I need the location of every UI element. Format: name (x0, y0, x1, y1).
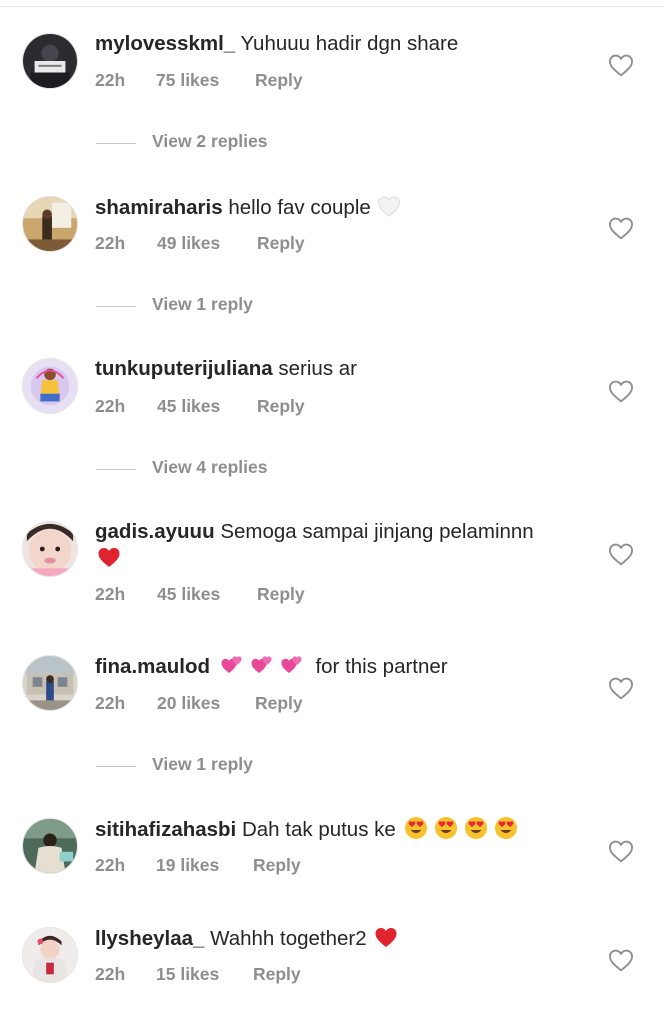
comment-username[interactable]: mylovesskml_ (95, 32, 235, 55)
heart-eyes-emoji (494, 816, 518, 840)
comment-text: tunkuputerijuliana serius ar (95, 356, 565, 382)
comment-text: mylovesskml_ Yuhuuu hadir dgn share (95, 31, 565, 57)
comment-time: 22h (95, 396, 126, 416)
red-heart-emoji (374, 925, 398, 949)
like-button[interactable] (608, 216, 634, 240)
avatar[interactable] (22, 358, 78, 414)
comment-body: for this partner (315, 655, 448, 678)
heart-outline-icon (609, 543, 633, 566)
comment-text: sitihafizahasbi Dah tak putus ke (95, 816, 565, 843)
comment-text: shamiraharis hello fav couple (95, 194, 565, 221)
replies-divider (96, 766, 136, 767)
comment-text: llysheylaa_ Wahhh together2 (95, 925, 565, 952)
like-button[interactable] (608, 676, 634, 700)
revolving-hearts-emoji (280, 653, 304, 677)
comment-time: 22h (95, 855, 126, 875)
avatar[interactable] (22, 33, 78, 89)
replies-divider (96, 469, 136, 470)
revolving-hearts-emoji (220, 653, 244, 677)
comment-time: 22h (95, 693, 126, 713)
comment-text: fina.maulod for this partner (95, 653, 565, 680)
replies-divider (96, 143, 136, 144)
like-button[interactable] (608, 948, 634, 972)
heart-eyes-emoji (404, 816, 428, 840)
likes-count[interactable]: 45 likes (157, 396, 220, 417)
like-button[interactable] (608, 53, 634, 77)
view-replies-label: View 1 reply (152, 294, 253, 314)
comment-body: Wahhh together2 (210, 927, 367, 950)
view-replies-label: View 4 replies (152, 457, 268, 477)
likes-count[interactable]: 45 likes (157, 584, 220, 605)
comment-body: Yuhuuu hadir dgn share (240, 32, 459, 55)
comment-body: hello fav couple (228, 196, 371, 219)
revolving-hearts-emoji (250, 653, 274, 677)
reply-button[interactable]: Reply (253, 964, 301, 985)
comment-body: Semoga sampai jinjang pelaminnn (220, 520, 534, 543)
view-replies-label: View 1 reply (152, 754, 253, 774)
comment-username[interactable]: shamiraharis (95, 196, 223, 219)
reply-button[interactable]: Reply (253, 855, 301, 876)
top-divider (0, 6, 664, 7)
reply-button[interactable]: Reply (257, 584, 305, 605)
comment-body: serius ar (278, 357, 357, 380)
view-replies-label: View 2 replies (152, 131, 268, 151)
comment-time: 22h (95, 584, 126, 604)
avatar[interactable] (22, 927, 78, 983)
likes-count[interactable]: 75 likes (156, 70, 219, 91)
comment-username[interactable]: fina.maulod (95, 655, 210, 678)
comment-username[interactable]: gadis.ayuuu (95, 520, 215, 543)
heart-outline-icon (609, 217, 633, 240)
comment-username[interactable]: sitihafizahasbi (95, 818, 236, 841)
white-heart-emoji (377, 194, 401, 218)
comment-body: Dah tak putus ke (241, 818, 396, 841)
likes-count[interactable]: 20 likes (157, 693, 220, 714)
comment-time: 22h (95, 233, 126, 253)
likes-count[interactable]: 19 likes (156, 855, 219, 876)
like-button[interactable] (608, 839, 634, 863)
replies-divider (96, 306, 136, 307)
comment-text: gadis.ayuuu Semoga sampai jinjang pelami… (95, 519, 565, 572)
comment-time: 22h (95, 70, 126, 90)
heart-outline-icon (609, 840, 633, 863)
heart-eyes-emoji (434, 816, 458, 840)
reply-button[interactable]: Reply (257, 396, 305, 417)
heart-outline-icon (609, 380, 633, 403)
comment-time: 22h (95, 964, 126, 984)
comment-username[interactable]: tunkuputerijuliana (95, 357, 273, 380)
heart-outline-icon (609, 54, 633, 77)
heart-outline-icon (609, 949, 633, 972)
reply-button[interactable]: Reply (255, 70, 303, 91)
heart-outline-icon (609, 677, 633, 700)
avatar[interactable] (22, 655, 78, 711)
red-heart-emoji (97, 545, 121, 569)
like-button[interactable] (608, 379, 634, 403)
avatar[interactable] (22, 521, 78, 577)
reply-button[interactable]: Reply (257, 233, 305, 254)
avatar[interactable] (22, 196, 78, 252)
reply-button[interactable]: Reply (255, 693, 303, 714)
comment-username[interactable]: llysheylaa_ (95, 927, 204, 950)
likes-count[interactable]: 49 likes (157, 233, 220, 254)
likes-count[interactable]: 15 likes (156, 964, 219, 985)
like-button[interactable] (608, 542, 634, 566)
heart-eyes-emoji (464, 816, 488, 840)
avatar[interactable] (22, 818, 78, 874)
